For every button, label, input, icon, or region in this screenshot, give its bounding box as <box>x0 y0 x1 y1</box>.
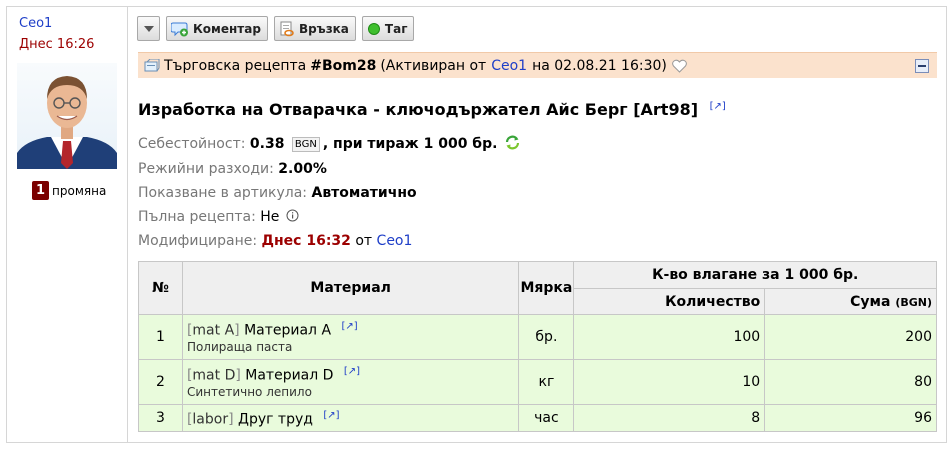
header-unit: Мярка <box>518 261 575 315</box>
material-code[interactable]: [labor] <box>187 411 234 427</box>
modified-date: Днес 16:32 <box>261 233 351 249</box>
material-code[interactable]: [mat D] <box>187 367 241 383</box>
row-number: 1 <box>138 314 183 360</box>
author-column: Ceo1 Днес 16:26 1 промяна <box>7 7 128 442</box>
recipe-content: Коментар Връзка Таг Търговска рецепта #B… <box>136 7 938 442</box>
link-icon <box>279 21 295 37</box>
info-icon[interactable] <box>286 209 299 226</box>
material-description: Синтетично лепило <box>186 385 312 400</box>
recipe-title-text: Изработка на Отварачка - ключодържател А… <box>138 100 699 119</box>
recipe-icon <box>144 58 160 73</box>
overhead-row: Режийни разходи: 2.00% <box>138 161 327 177</box>
document-card: Ceo1 Днес 16:26 1 промяна Коментар Връзк… <box>6 6 947 443</box>
header-material: Материал <box>181 261 520 315</box>
quantity-cell: 8 <box>573 404 766 432</box>
table-row: 1 [mat A] Материал А [↗] Полираща паста … <box>138 314 937 360</box>
row-number: 2 <box>138 359 183 405</box>
material-name[interactable]: Материал D <box>245 367 333 383</box>
header-quantity-group: К-во влагане за 1 000 бр. <box>573 261 937 289</box>
modified-row: Модифициране: Днес 16:32 от Ceo1 <box>138 233 412 249</box>
sum-cell: 80 <box>764 359 937 405</box>
modified-by-label: от <box>355 233 373 249</box>
quantity-cell: 100 <box>573 314 766 360</box>
cost-value: 0.38 <box>249 136 285 152</box>
modified-user-link[interactable]: Ceo1 <box>377 233 413 249</box>
material-description: Полираща паста <box>186 340 293 355</box>
row-number: 3 <box>138 404 183 432</box>
toolbar: Коментар Връзка Таг <box>137 16 415 41</box>
sum-cell: 200 <box>764 314 937 360</box>
link-button-label: Връзка <box>298 21 349 36</box>
material-external-link[interactable]: [↗] <box>341 321 357 332</box>
activated-by-user-link[interactable]: Ceo1 <box>491 58 527 74</box>
material-name[interactable]: Материал А <box>244 322 331 338</box>
changes-label: промяна <box>52 183 107 198</box>
material-name[interactable]: Друг труд <box>238 411 313 427</box>
material-cell: [mat A] Материал А [↗] Полираща паста <box>181 314 520 360</box>
unit-cell: час <box>518 404 575 432</box>
full-recipe-row: Пълна рецепта: Не <box>138 209 299 226</box>
full-recipe-label: Пълна рецепта: <box>138 209 256 225</box>
recipe-number: #Bom28 <box>310 57 377 74</box>
status-prefix: (Активиран от <box>380 57 487 74</box>
header-number: № <box>138 261 183 315</box>
activation-date: на 02.08.21 16:30) <box>532 57 667 74</box>
overhead-value: 2.00% <box>278 161 327 177</box>
author-link[interactable]: Ceo1 <box>19 16 52 31</box>
more-actions-button[interactable] <box>137 16 160 41</box>
cost-suffix: , при тираж 1 000 бр. <box>322 136 498 152</box>
show-in-article-row: Показване в артикула: Автоматично <box>138 185 417 201</box>
collapse-icon[interactable] <box>915 59 929 73</box>
quantity-cell: 10 <box>573 359 766 405</box>
show-label: Показване в артикула: <box>138 185 308 201</box>
author-date: Днес 16:26 <box>19 37 95 52</box>
tag-button[interactable]: Таг <box>361 16 415 41</box>
header-sum-label: Сума <box>850 293 891 310</box>
material-external-link[interactable]: [↗] <box>344 366 360 377</box>
unit-cell: бр. <box>518 314 575 360</box>
refresh-icon[interactable] <box>505 135 520 154</box>
heart-icon[interactable] <box>672 59 687 73</box>
currency-badge: BGN <box>291 137 320 152</box>
material-external-link[interactable]: [↗] <box>323 410 339 421</box>
overhead-label: Режийни разходи: <box>138 161 274 177</box>
header-sum: Сума (BGN) <box>764 288 937 315</box>
recipe-title: Изработка на Отварачка - ключодържател А… <box>138 100 726 119</box>
recipe-type-label: Търговска рецепта <box>164 57 307 74</box>
cost-label: Себестойност: <box>138 136 246 152</box>
comment-button-label: Коментар <box>193 21 261 36</box>
chevron-down-icon <box>143 25 154 32</box>
changes-counter[interactable]: 1 промяна <box>32 181 106 200</box>
full-recipe-value: Не <box>260 209 280 225</box>
material-code[interactable]: [mat A] <box>187 322 240 338</box>
modified-label: Модифициране: <box>138 233 258 249</box>
show-value: Автоматично <box>311 185 417 201</box>
material-cell: [labor] Друг труд [↗] <box>181 404 520 432</box>
cost-row: Себестойност: 0.38 BGN, при тираж 1 000 … <box>138 135 520 154</box>
comment-add-icon <box>171 21 189 37</box>
recipe-status-banner: Търговска рецепта #Bom28 (Активиран от C… <box>138 52 937 78</box>
material-cell: [mat D] Материал D [↗] Синтетично лепило <box>181 359 520 405</box>
changes-count-badge: 1 <box>32 181 50 200</box>
materials-table: № Материал Мярка К-во влагане за 1 000 б… <box>138 261 937 432</box>
header-quantity: Количество <box>573 288 766 315</box>
table-row: 2 [mat D] Материал D [↗] Синтетично лепи… <box>138 359 937 405</box>
unit-cell: кг <box>518 359 575 405</box>
comment-button[interactable]: Коментар <box>166 16 268 41</box>
tag-button-label: Таг <box>384 21 408 36</box>
tag-dot-icon <box>367 22 381 36</box>
header-sum-unit: (BGN) <box>895 295 932 309</box>
link-button[interactable]: Връзка <box>273 16 356 41</box>
avatar <box>17 63 117 169</box>
sum-cell: 96 <box>764 404 937 432</box>
table-row: 3 [labor] Друг труд [↗] час 8 96 <box>138 404 937 432</box>
title-external-link[interactable]: [↗] <box>710 101 726 112</box>
